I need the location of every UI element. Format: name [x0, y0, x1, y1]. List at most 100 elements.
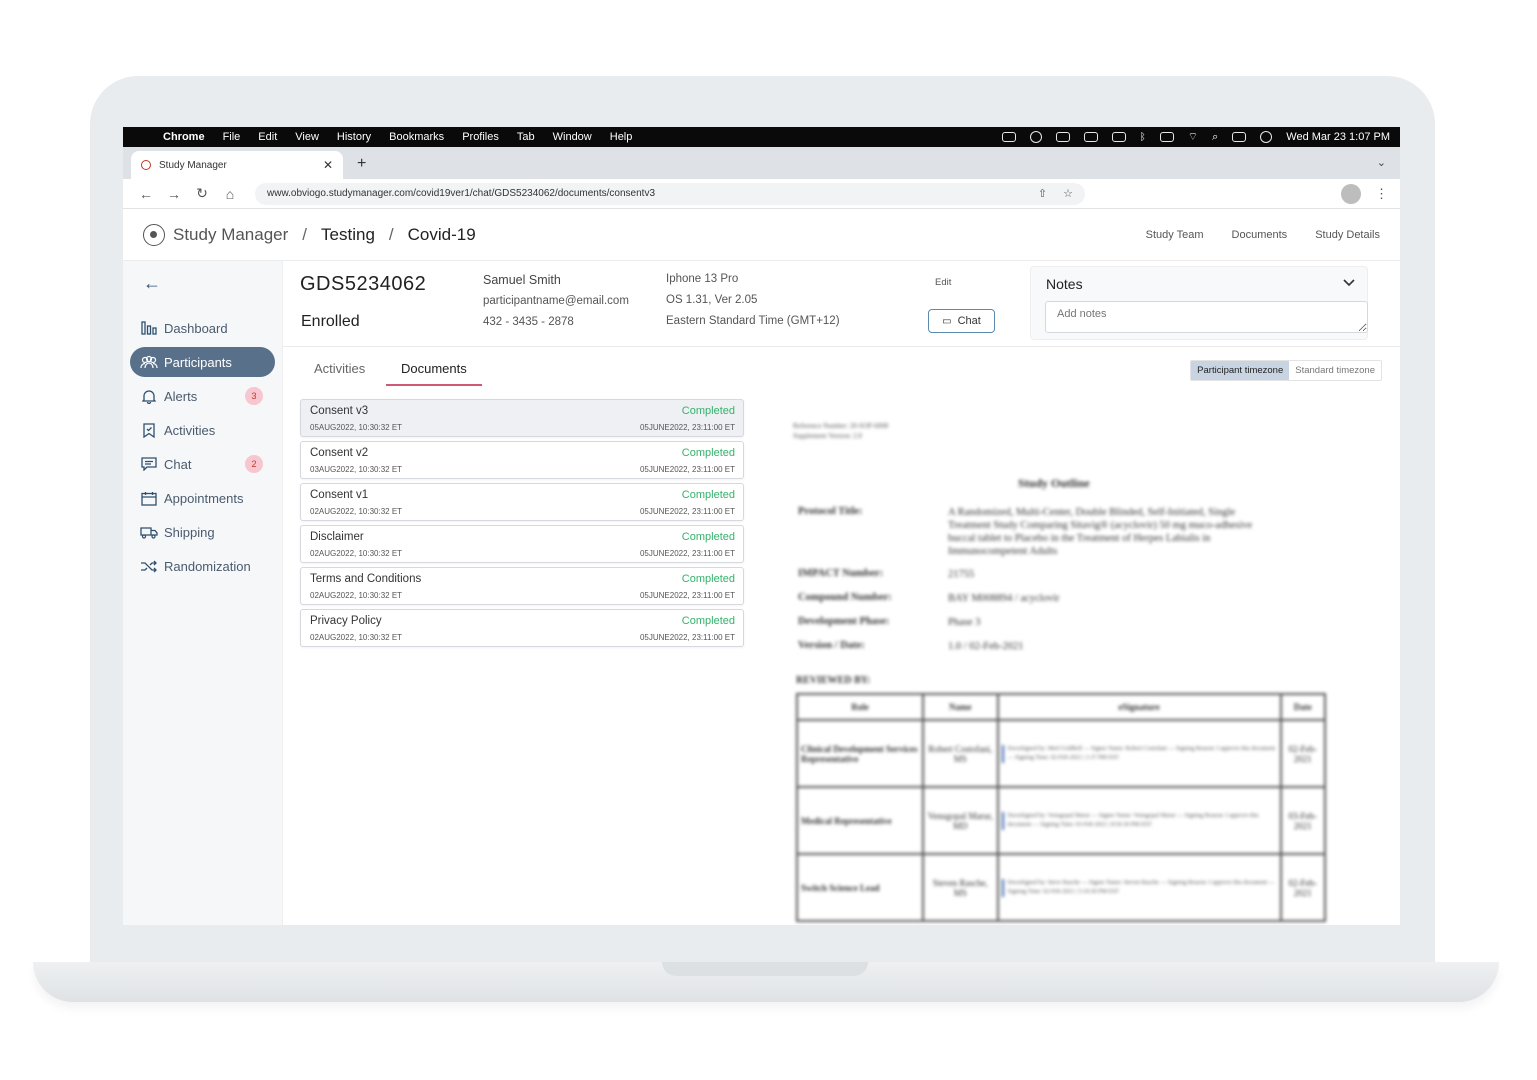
notes-title: Notes	[1046, 276, 1083, 292]
device-model: Iphone 13 Pro	[666, 273, 739, 285]
url-input[interactable]: www.obviogo.studymanager.com/covid19ver1…	[255, 182, 1085, 205]
menu-help[interactable]: Help	[610, 131, 633, 143]
chat-icon	[140, 457, 158, 471]
battery-icon[interactable]	[1159, 132, 1174, 142]
menubar-clock[interactable]: Wed Mar 23 1:07 PM	[1286, 131, 1390, 143]
reference-number: Reference Number: 20-SOP-6008	[793, 422, 889, 430]
sidebar-item-appointments[interactable]: Appointments	[130, 483, 275, 513]
field-label: Compound Number:	[798, 592, 892, 603]
chat-button[interactable]: ▭ Chat	[928, 309, 995, 333]
address-bar: ← → ↻ ⌂ www.obviogo.studymanager.com/cov…	[123, 179, 1400, 209]
sidebar-item-dashboard[interactable]: Dashboard	[130, 313, 275, 343]
screen-icon[interactable]	[1055, 132, 1070, 142]
standard-timezone-option[interactable]: Standard timezone	[1289, 361, 1381, 380]
column-header: eSignature	[996, 693, 1282, 721]
document-name: Consent v2	[310, 447, 369, 459]
sidebar-item-label: Randomization	[164, 558, 251, 574]
document-end-date: 05JUNE2022, 23:11:00 ET	[639, 465, 735, 474]
menu-chrome[interactable]: Chrome	[163, 131, 205, 143]
menu-history[interactable]: History	[337, 131, 371, 143]
profile-avatar[interactable]	[1341, 183, 1361, 204]
document-end-date: 05JUNE2022, 23:11:00 ET	[639, 633, 735, 642]
content-tabs: Activities Documents Participant timezon…	[283, 347, 1400, 397]
list-item[interactable]: Disclaimer Completed 02AUG2022, 10:30:32…	[300, 525, 744, 563]
participant-header: GDS5234062 Enrolled Samuel Smith partici…	[283, 261, 1400, 347]
bluetooth-icon[interactable]: ᛒ	[1140, 132, 1146, 143]
chat-button-label: Chat	[957, 315, 981, 327]
sidebar-item-label: Alerts	[164, 388, 198, 404]
edit-link[interactable]: Edit	[935, 277, 951, 288]
timezone-toggle: Participant timezone Standard timezone	[1190, 360, 1382, 381]
list-item[interactable]: Privacy Policy Completed 02AUG2022, 10:3…	[300, 609, 744, 647]
list-item[interactable]: Consent v2 Completed 03AUG2022, 10:30:32…	[300, 441, 744, 479]
menu-tab[interactable]: Tab	[517, 131, 535, 143]
menu-window[interactable]: Window	[553, 131, 592, 143]
siri-icon[interactable]	[1260, 131, 1273, 143]
app-header: Study Manager / Testing / Covid-19 Study…	[123, 209, 1400, 261]
wifi-icon[interactable]: ⌔	[1188, 130, 1198, 144]
new-tab-icon[interactable]: +	[357, 155, 366, 173]
field-label: Protocol Title:	[798, 506, 863, 517]
bookmark-star-icon[interactable]: ☆	[1063, 187, 1073, 200]
nav-documents[interactable]: Documents	[1232, 229, 1288, 241]
document-status: Completed	[681, 405, 735, 417]
field-value: A Randomized, Multi-Center, Double Blind…	[948, 507, 1253, 557]
menu-bookmarks[interactable]: Bookmarks	[389, 131, 444, 143]
list-item[interactable]: Terms and Conditions Completed 02AUG2022…	[300, 567, 744, 605]
document-start-date: 02AUG2022, 10:30:32 ET	[310, 633, 403, 642]
wave-icon[interactable]	[1083, 132, 1098, 142]
table-cell: Clinical Development Services Representa…	[796, 719, 924, 788]
close-tab-icon[interactable]: ✕	[323, 158, 333, 172]
document-end-date: 05JUNE2022, 23:11:00 ET	[639, 549, 735, 558]
document-name: Consent v1	[310, 489, 369, 501]
notes-textarea[interactable]	[1045, 301, 1368, 333]
sidebar-item-alerts[interactable]: Alerts 3	[130, 381, 275, 411]
back-icon[interactable]: ←	[135, 186, 157, 202]
share-icon[interactable]: ⇧	[1038, 187, 1047, 200]
participant-timezone-option[interactable]: Participant timezone	[1191, 361, 1290, 380]
sidebar-item-shipping[interactable]: Shipping	[130, 517, 275, 547]
back-arrow-icon[interactable]: ←	[143, 273, 282, 303]
sidebar-item-chat[interactable]: Chat 2	[130, 449, 275, 479]
sidebar-item-activities[interactable]: Activities	[130, 415, 275, 445]
list-item[interactable]: Consent v3 Completed 05AUG2022, 10:30:32…	[300, 399, 744, 437]
search-icon[interactable]: ⌕	[1212, 131, 1218, 144]
menu-file[interactable]: File	[223, 131, 241, 143]
sidebar-item-randomization[interactable]: Randomization	[130, 551, 275, 581]
document-start-date: 02AUG2022, 10:30:32 ET	[310, 549, 403, 558]
home-icon[interactable]: ⌂	[219, 186, 241, 202]
list-item[interactable]: Consent v1 Completed 02AUG2022, 10:30:32…	[300, 483, 744, 521]
tab-activities[interactable]: Activities	[314, 361, 365, 384]
participant-timezone: Eastern Standard Time (GMT+12)	[666, 315, 840, 327]
mute-icon[interactable]	[1111, 132, 1126, 142]
tab-documents[interactable]: Documents	[386, 361, 482, 386]
breadcrumb-testing[interactable]: Testing	[321, 225, 375, 245]
menu-view[interactable]: View	[295, 131, 319, 143]
review-table: Role Name eSignature Date Clinical Devel…	[796, 693, 1327, 922]
participant-phone: 432 - 3435 - 2878	[483, 316, 574, 328]
bell-icon	[140, 389, 158, 404]
reload-icon[interactable]: ↻	[191, 185, 213, 202]
users-icon	[140, 355, 158, 369]
control-center-icon[interactable]	[1232, 132, 1247, 142]
table-cell: 02-Feb-2021	[1279, 853, 1327, 922]
breadcrumb-covid[interactable]: Covid-19	[408, 225, 476, 245]
shuffle-icon	[140, 559, 158, 573]
document-name: Consent v3	[310, 405, 369, 417]
sidebar-item-participants[interactable]: Participants	[130, 347, 275, 377]
chevron-down-icon[interactable]	[1343, 276, 1355, 290]
nav-study-team[interactable]: Study Team	[1146, 229, 1204, 241]
status-icon[interactable]	[1029, 131, 1042, 143]
field-label: Version / Date:	[798, 640, 865, 651]
breadcrumb-app[interactable]: Study Manager	[173, 225, 288, 245]
cloud-icon[interactable]	[1001, 132, 1016, 142]
browser-tab[interactable]: Study Manager ✕	[131, 151, 343, 179]
browser-menu-icon[interactable]: ⋮	[1375, 186, 1388, 202]
nav-study-details[interactable]: Study Details	[1315, 229, 1380, 241]
menu-profiles[interactable]: Profiles	[462, 131, 499, 143]
menu-edit[interactable]: Edit	[258, 131, 277, 143]
table-cell: Steven Rasche, MS	[922, 853, 999, 922]
tab-search-chevron-icon[interactable]: ⌄	[1377, 156, 1386, 169]
esignature-block: DocuSigned by: Steve Rasche — Signer Nam…	[1001, 878, 1277, 897]
forward-icon[interactable]: →	[163, 186, 185, 202]
